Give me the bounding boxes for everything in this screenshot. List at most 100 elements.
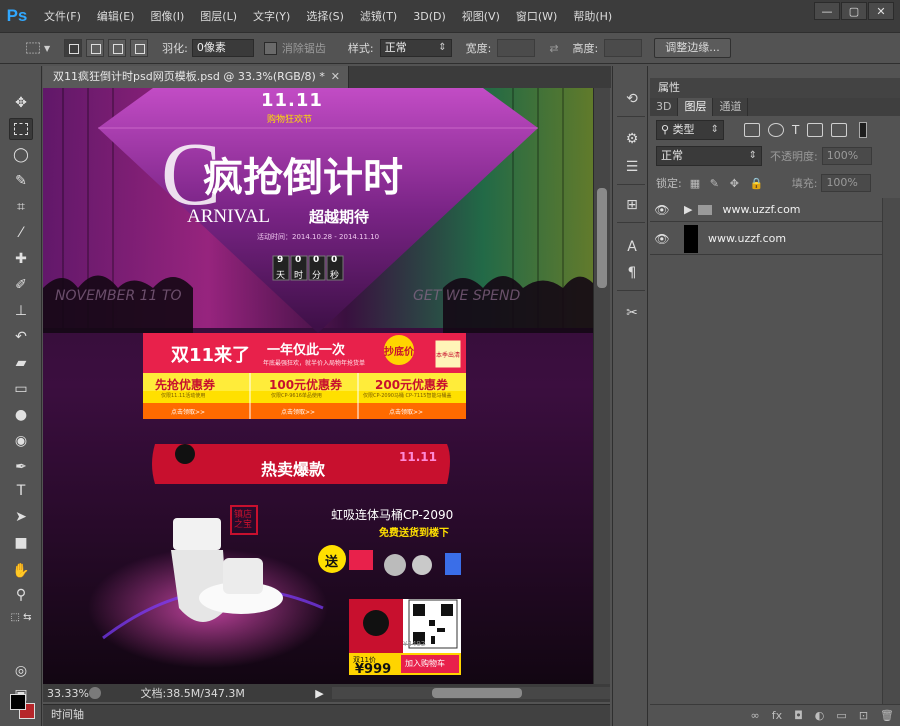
adjustments-icon[interactable]: ☰ xyxy=(621,156,643,178)
default-colors-icon[interactable]: ⬚ ⇆ xyxy=(9,606,33,628)
lock-image-icon[interactable]: ✎ xyxy=(710,177,722,189)
eye-icon[interactable]: 👁 xyxy=(650,203,674,217)
quick-mask-icon[interactable]: ◎ xyxy=(9,660,33,682)
fill-input[interactable]: 100% xyxy=(821,174,871,192)
close-tab-icon[interactable]: ✕ xyxy=(331,66,340,87)
width-input[interactable] xyxy=(497,39,535,57)
dodge-tool-icon[interactable]: ◉ xyxy=(9,430,33,452)
shape-tool-icon[interactable]: ■ xyxy=(9,532,33,554)
clone-stamp-tool-icon[interactable]: ⊥ xyxy=(9,300,33,322)
layer-filter-select[interactable]: ⚲ 类型 xyxy=(656,120,724,140)
lock-position-icon[interactable]: ✥ xyxy=(730,177,742,189)
canvas-area[interactable]: 11.11 购物狂欢节 C 疯抢倒计时 ARNIVAL 超越期待 活动时间：20… xyxy=(43,88,593,684)
add-mask-icon[interactable]: ◘ xyxy=(794,709,803,722)
opacity-input[interactable]: 100% xyxy=(822,147,872,165)
layers-scrollbar[interactable] xyxy=(882,198,900,710)
character-icon[interactable]: A xyxy=(621,236,643,258)
new-group-icon[interactable]: ▭ xyxy=(836,709,846,722)
intersect-selection-icon[interactable] xyxy=(130,39,148,57)
tools-icon[interactable]: ✂ xyxy=(621,302,643,324)
eraser-tool-icon[interactable]: ▰ xyxy=(9,352,33,374)
add-selection-icon[interactable] xyxy=(86,39,104,57)
menu-file[interactable]: 文件(F) xyxy=(44,8,81,24)
refine-edge-button[interactable]: 调整边缘... xyxy=(654,38,731,58)
menu-edit[interactable]: 编辑(E) xyxy=(97,8,135,24)
shape-filter-icon[interactable] xyxy=(807,123,823,137)
path-select-tool-icon[interactable]: ➤ xyxy=(9,506,33,528)
menu-help[interactable]: 帮助(H) xyxy=(573,8,612,24)
trash-icon[interactable]: 🗑 xyxy=(880,709,894,722)
new-selection-icon[interactable] xyxy=(64,39,82,57)
quick-select-tool-icon[interactable]: ✎ xyxy=(9,170,33,192)
gradient-tool-icon[interactable]: ▭ xyxy=(9,378,33,400)
blur-tool-icon[interactable]: ● xyxy=(9,404,33,426)
move-tool-icon[interactable]: ✥ xyxy=(9,92,33,114)
menu-image[interactable]: 图像(I) xyxy=(150,8,184,24)
type-filter-icon[interactable]: T xyxy=(792,123,799,137)
crop-tool-icon[interactable]: ⌗ xyxy=(9,196,33,218)
subtract-selection-icon[interactable] xyxy=(108,39,126,57)
zoom-level[interactable]: 33.33% xyxy=(43,687,87,700)
tab-channels[interactable]: 通道 xyxy=(713,98,748,116)
tools-panel: ✥ ◯ ✎ ⌗ ⁄ ✚ ✐ ⊥ ↶ ▰ ▭ ● ◉ ✒ T ➤ ■ ✋ ⚲ ⬚ … xyxy=(0,66,42,726)
rect-marquee-tool-icon[interactable] xyxy=(9,118,33,140)
history-icon[interactable]: ⟲ xyxy=(621,88,643,110)
chevron-right-icon[interactable]: ▶ xyxy=(684,203,692,216)
menu-type[interactable]: 文字(Y) xyxy=(253,8,290,24)
smart-object-filter-icon[interactable] xyxy=(831,123,847,137)
tool-presets-icon[interactable]: ⊞ xyxy=(621,194,643,216)
new-layer-icon[interactable]: ⊡ xyxy=(859,709,868,722)
height-input[interactable] xyxy=(604,39,642,57)
hand-tool-icon[interactable]: ✋ xyxy=(9,560,33,582)
menu-view[interactable]: 视图(V) xyxy=(462,8,500,24)
menu-3d[interactable]: 3D(D) xyxy=(413,10,446,23)
adjustment-layer-icon[interactable]: ◐ xyxy=(815,709,825,722)
vertical-scrollbar[interactable] xyxy=(593,88,610,684)
lasso-tool-icon[interactable]: ◯ xyxy=(9,144,33,166)
brush-preset-icon[interactable]: ⚙ xyxy=(621,128,643,150)
filter-toggle-icon[interactable] xyxy=(859,122,867,138)
lock-transparent-icon[interactable]: ▦ xyxy=(690,177,702,189)
chevron-down-icon[interactable]: ▼ xyxy=(44,44,50,53)
tab-layers[interactable]: 图层 xyxy=(678,98,713,116)
tab-3d[interactable]: 3D xyxy=(650,98,678,116)
history-brush-tool-icon[interactable]: ↶ xyxy=(9,326,33,348)
menu-select[interactable]: 选择(S) xyxy=(306,8,344,24)
antialias-checkbox[interactable] xyxy=(264,42,277,55)
minimize-button[interactable]: — xyxy=(814,2,840,20)
eye-icon[interactable]: 👁 xyxy=(650,232,674,246)
eyedropper-tool-icon[interactable]: ⁄ xyxy=(9,222,33,244)
paragraph-icon[interactable]: ¶ xyxy=(621,262,643,284)
document-tab[interactable]: 双11疯狂倒计时psd网页模板.psd @ 33.3%(RGB/8) * ✕ xyxy=(43,66,349,88)
blend-mode-select[interactable]: 正常 xyxy=(656,146,762,166)
marquee-preset-icon[interactable] xyxy=(26,43,39,54)
properties-title[interactable]: 属性 xyxy=(650,78,900,98)
pen-tool-icon[interactable]: ✒ xyxy=(9,456,33,478)
menu-layer[interactable]: 图层(L) xyxy=(200,8,237,24)
lock-all-icon[interactable]: 🔒 xyxy=(750,177,762,189)
pixel-filter-icon[interactable] xyxy=(744,123,760,137)
scroll-thumb[interactable] xyxy=(597,188,607,288)
healing-brush-tool-icon[interactable]: ✚ xyxy=(9,248,33,270)
menu-window[interactable]: 窗口(W) xyxy=(516,8,557,24)
type-tool-icon[interactable]: T xyxy=(9,480,33,502)
brush-tool-icon[interactable]: ✐ xyxy=(9,274,33,296)
swap-dimensions-icon[interactable]: ⇄ xyxy=(549,42,558,55)
link-layers-icon[interactable]: ∞ xyxy=(751,709,760,722)
menu-filter[interactable]: 滤镜(T) xyxy=(360,8,397,24)
timeline-tab[interactable]: 时间轴 xyxy=(43,704,610,726)
doc-status-icon[interactable] xyxy=(89,687,101,699)
zoom-tool-icon[interactable]: ⚲ xyxy=(9,584,33,606)
close-button[interactable]: ✕ xyxy=(868,2,894,20)
horizontal-scrollbar[interactable] xyxy=(332,687,610,699)
feather-input[interactable]: 0像素 xyxy=(192,39,254,57)
scroll-thumb[interactable] xyxy=(432,688,522,698)
layer-row[interactable]: 👁 www.uzzf.com xyxy=(650,223,882,255)
foreground-color-swatch[interactable] xyxy=(10,694,26,710)
maximize-button[interactable]: ▢ xyxy=(841,2,867,20)
fx-icon[interactable]: fx xyxy=(772,709,782,722)
layer-row[interactable]: 👁 ▶ www.uzzf.com xyxy=(650,198,882,222)
play-icon[interactable]: ▶ xyxy=(315,687,323,700)
adjust-filter-icon[interactable] xyxy=(768,123,784,137)
style-select[interactable]: 正常 xyxy=(380,39,452,57)
